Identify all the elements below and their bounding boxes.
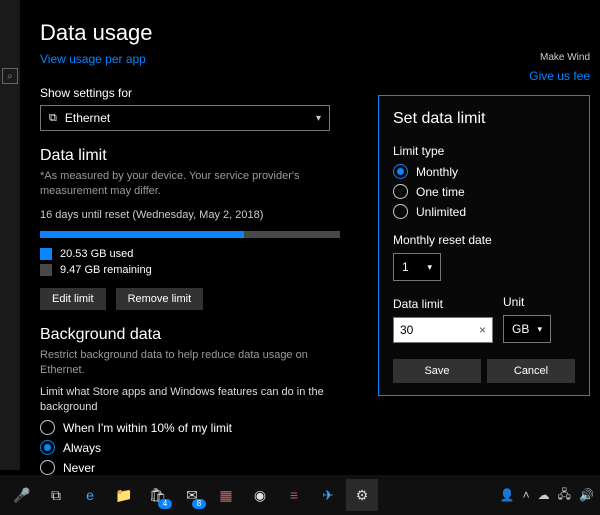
dialog-title: Set data limit — [393, 110, 575, 128]
clear-input-icon[interactable]: × — [479, 323, 486, 337]
limit-type-unlimited[interactable]: Unlimited — [393, 204, 575, 219]
file-explorer-icon[interactable]: 📁 — [108, 479, 140, 511]
chevron-down-icon: ▾ — [316, 113, 321, 124]
radio-icon — [393, 164, 408, 179]
radio-icon — [393, 184, 408, 199]
bg-option-always-label: Always — [63, 441, 101, 455]
reset-date-label: Monthly reset date — [393, 233, 575, 247]
onedrive-icon[interactable]: ☁ — [538, 488, 550, 502]
limit-type-label: Limit type — [393, 144, 575, 158]
unit-select[interactable]: GB ▾ — [503, 315, 551, 343]
data-limit-value: 30 — [400, 323, 413, 337]
edge-icon[interactable]: e — [74, 479, 106, 511]
cancel-button[interactable]: Cancel — [487, 359, 575, 383]
radio-icon — [40, 440, 55, 455]
tray-chevron-icon[interactable]: ˄ — [523, 488, 530, 502]
make-windows-text: Make Wind — [529, 52, 590, 63]
chevron-down-icon: ▾ — [427, 262, 432, 273]
limit-type-onetime-label: One time — [416, 185, 465, 199]
volume-icon[interactable]: 🔊 — [579, 488, 594, 502]
cortana-icon[interactable]: 🎤 — [6, 479, 38, 511]
limit-type-monthly-label: Monthly — [416, 165, 458, 179]
page-title: Data usage — [40, 20, 586, 46]
todoist-icon[interactable]: ≡ — [278, 479, 310, 511]
swatch-remaining — [40, 264, 52, 276]
background-question: Limit what Store apps and Windows featur… — [40, 385, 350, 415]
data-limit-note: *As measured by your device. Your servic… — [40, 169, 350, 199]
legend-used-text: 20.53 GB used — [60, 248, 133, 260]
limit-type-monthly[interactable]: Monthly — [393, 164, 575, 179]
store-icon[interactable]: 🛍4 — [142, 479, 174, 511]
ethernet-icon: ⧉ — [49, 112, 57, 125]
mail-icon[interactable]: ✉8 — [176, 479, 208, 511]
save-button[interactable]: Save — [393, 359, 481, 383]
people-icon[interactable]: 👤 — [500, 488, 515, 502]
feedback-area: Make Wind Give us fee — [529, 52, 590, 83]
remove-limit-button[interactable]: Remove limit — [116, 288, 204, 310]
search-icon[interactable]: ⌕ — [2, 68, 18, 84]
store-badge: 4 — [158, 499, 172, 509]
legend-remaining-text: 9.47 GB remaining — [60, 264, 152, 276]
task-view-icon[interactable]: ⧉ — [40, 479, 72, 511]
edit-limit-button[interactable]: Edit limit — [40, 288, 106, 310]
radio-icon — [40, 420, 55, 435]
app-icon[interactable]: ▦ — [210, 479, 242, 511]
network-select[interactable]: ⧉ Ethernet ▾ — [40, 105, 330, 131]
chevron-down-icon: ▾ — [537, 324, 542, 335]
taskbar: 🎤 ⧉ e 📁 🛍4 ✉8 ▦ ◉ ≡ ✈ ⚙ 👤 ˄ ☁ 🖧 🔊 — [0, 475, 600, 515]
telegram-icon[interactable]: ✈ — [312, 479, 344, 511]
network-icon[interactable]: 🖧 — [558, 485, 571, 506]
usage-progress-fill — [40, 231, 244, 238]
feedback-link[interactable]: Give us fee — [529, 69, 590, 83]
bg-option-never[interactable]: Never — [40, 460, 586, 475]
data-limit-input[interactable]: 30 × — [393, 317, 493, 343]
bg-option-always[interactable]: Always — [40, 440, 586, 455]
usage-progress — [40, 231, 340, 238]
network-select-value: Ethernet — [65, 111, 110, 125]
mail-badge: 8 — [192, 499, 206, 509]
reset-date-select[interactable]: 1 ▾ — [393, 253, 441, 281]
background-desc: Restrict background data to help reduce … — [40, 348, 350, 378]
view-usage-link[interactable]: View usage per app — [40, 52, 146, 66]
unit-value: GB — [512, 322, 529, 336]
limit-type-unlimited-label: Unlimited — [416, 205, 466, 219]
bg-option-within-label: When I'm within 10% of my limit — [63, 421, 232, 435]
settings-icon[interactable]: ⚙ — [346, 479, 378, 511]
unit-label: Unit — [503, 295, 551, 309]
radio-icon — [40, 460, 55, 475]
bg-option-never-label: Never — [63, 461, 95, 475]
data-limit-input-label: Data limit — [393, 297, 493, 311]
set-data-limit-dialog: Set data limit Limit type Monthly One ti… — [378, 95, 590, 396]
bg-option-within[interactable]: When I'm within 10% of my limit — [40, 420, 586, 435]
reset-date-value: 1 — [402, 260, 409, 274]
radio-icon — [393, 204, 408, 219]
left-rail: ⌕ — [0, 0, 21, 470]
chrome-icon[interactable]: ◉ — [244, 479, 276, 511]
limit-type-onetime[interactable]: One time — [393, 184, 575, 199]
swatch-used — [40, 248, 52, 260]
